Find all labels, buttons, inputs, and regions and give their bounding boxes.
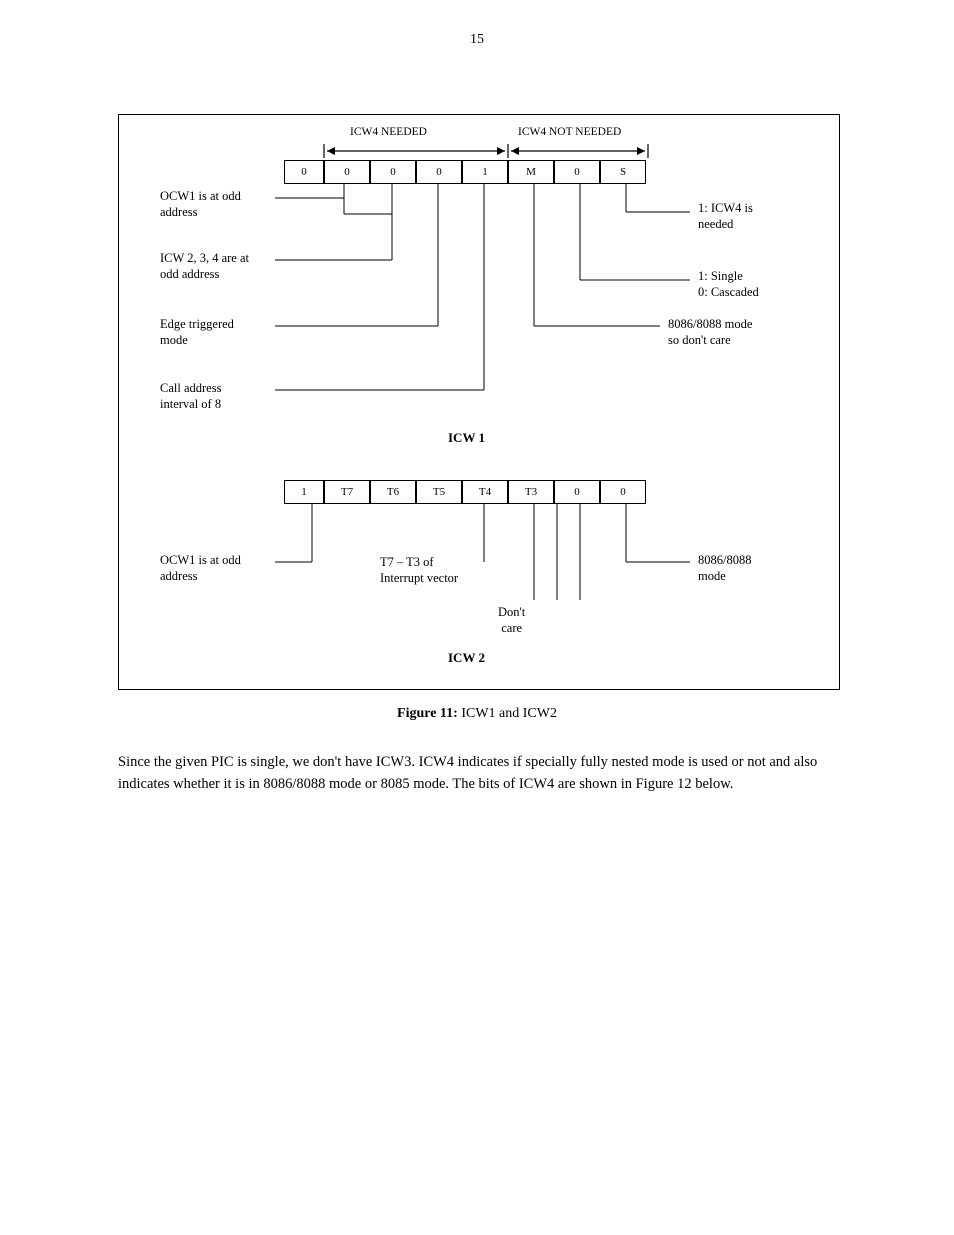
icw1-left-label-2: ICW 2, 3, 4 are at odd address xyxy=(160,250,249,283)
icw2-d2-cell: 0 xyxy=(554,480,600,504)
icw2-d7-cell: T7 xyxy=(324,480,370,504)
icw1-right-label-2: 1: Single 0: Cascaded xyxy=(698,268,759,301)
icw1-d6-cell: 0 xyxy=(370,160,416,184)
icw2-d1-cell: 0 xyxy=(600,480,646,504)
icw2-d6-cell: T6 xyxy=(370,480,416,504)
icw1-right-label-1: 1: ICW4 is needed xyxy=(698,200,753,233)
icw1-d4-cell: 1 xyxy=(462,160,508,184)
figure-caption-bold: Figure 11: xyxy=(397,706,461,721)
icw2-addr-cell: 1 xyxy=(284,480,324,504)
icw2-center-label: Don't care xyxy=(498,604,525,637)
bracket-label-left: ICW4 NEEDED xyxy=(350,126,427,140)
icw1-left-label-3: Edge triggered mode xyxy=(160,316,234,349)
icw1-addr-cell: 0 xyxy=(284,160,324,184)
figure-caption-text: ICW1 and ICW2 xyxy=(461,706,557,721)
icw2-title: ICW 2 xyxy=(448,650,485,666)
icw1-d1-cell: S xyxy=(600,160,646,184)
body-paragraph-1: Since the given PIC is single, we don't … xyxy=(118,752,838,796)
body-text: Since the given PIC is single, we don't … xyxy=(118,752,838,808)
icw1-right-label-3: 8086/8088 mode so don't care xyxy=(668,316,752,349)
icw1-d2-cell: 0 xyxy=(554,160,600,184)
figure-caption: Figure 11: ICW1 and ICW2 xyxy=(0,706,954,722)
icw1-title: ICW 1 xyxy=(448,430,485,446)
icw2-t-label: T7 – T3 of Interrupt vector xyxy=(380,554,458,587)
icw1-d7-cell: 0 xyxy=(324,160,370,184)
bracket-label-right: ICW4 NOT NEEDED xyxy=(518,126,621,140)
diagram-lines xyxy=(0,0,954,700)
icw2-right-label: 8086/8088 mode xyxy=(698,552,751,585)
icw2-d5-cell: T5 xyxy=(416,480,462,504)
icw2-d4-cell: T4 xyxy=(462,480,508,504)
icw1-left-label-4: Call address interval of 8 xyxy=(160,380,221,413)
icw1-left-label-1: OCW1 is at odd address xyxy=(160,188,241,221)
icw2-d3-cell: T3 xyxy=(508,480,554,504)
icw2-left-label: OCW1 is at odd address xyxy=(160,552,241,585)
icw1-d5-cell: 0 xyxy=(416,160,462,184)
icw1-d3-cell: M xyxy=(508,160,554,184)
